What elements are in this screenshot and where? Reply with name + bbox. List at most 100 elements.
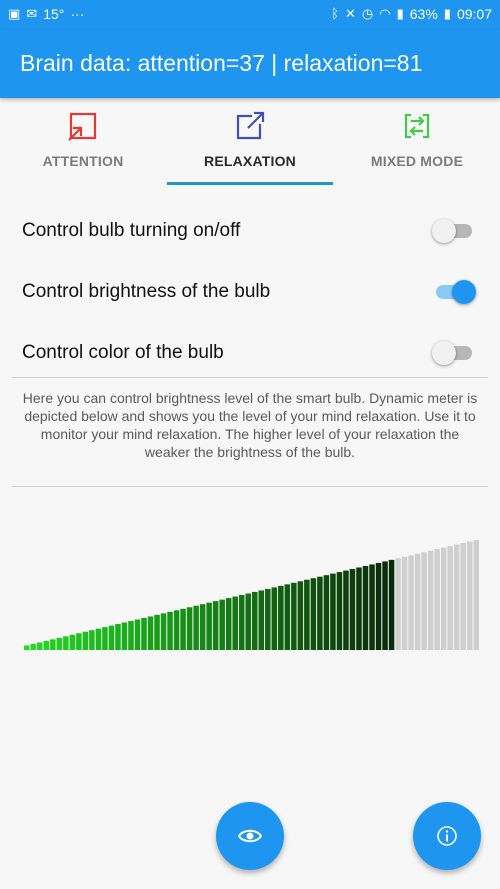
meter-bar-active <box>24 645 30 650</box>
meter-bar-active <box>356 567 362 650</box>
meter-bar-active <box>317 576 323 650</box>
tab-mixed-mode-label: MIXED MODE <box>370 153 464 169</box>
meter-bar-inactive <box>434 549 440 650</box>
meter-bar-active <box>375 562 382 650</box>
meter-bar-active <box>304 579 310 650</box>
status-bar: ▣ ✉ 15° ··· ᛒ ✕ ◷ ◠ ▮ 63% ▮ 09:07 <box>0 0 500 30</box>
meter-bar-active <box>180 608 186 650</box>
meter-bar-active <box>134 619 141 650</box>
meter-bar-inactive <box>473 540 479 650</box>
meter-bar-active <box>369 564 375 650</box>
temperature: 15° <box>43 6 65 22</box>
mode-tabs: ATTENTION RELAXATION MIXED MODE <box>0 98 500 186</box>
meter-bar-inactive <box>453 544 460 650</box>
meter-bar-active <box>63 636 69 650</box>
meter-bar-active <box>310 578 317 650</box>
setting-color: Control color of the bulb <box>0 322 500 382</box>
meter-bar-active <box>388 559 395 650</box>
meter-bar-active <box>89 630 95 650</box>
meter-bar-active <box>37 642 43 650</box>
meter-bar-active <box>258 590 265 650</box>
meter-bar-active <box>291 582 297 650</box>
meter-bar-active <box>278 585 284 650</box>
alarm-icon: ◷ <box>361 6 374 21</box>
meter-bar-active <box>199 604 206 650</box>
exit-box-icon <box>236 111 265 140</box>
more-notifications-indicator: ··· <box>70 6 85 22</box>
meter-bar-inactive <box>427 550 434 650</box>
bluetooth-icon: ᛒ <box>331 6 340 21</box>
setting-bulb-on-off-label: Control bulb turning on/off <box>22 220 241 241</box>
battery-percent: 63% <box>409 6 438 22</box>
meter-bar-active <box>69 634 76 650</box>
meter-bar-active <box>141 617 147 650</box>
setting-color-label: Control color of the bulb <box>22 342 224 363</box>
toggle-thumb <box>432 219 456 243</box>
meter-bar-active <box>349 569 356 650</box>
meter-bar-inactive <box>460 543 466 650</box>
setting-bulb-on-off: Control bulb turning on/off <box>0 200 500 260</box>
meter-bar-active <box>238 595 245 650</box>
meter-bar-active <box>121 622 128 650</box>
swap-box-icon <box>404 113 430 139</box>
color-toggle[interactable] <box>432 341 472 365</box>
meter-bar-active <box>265 588 271 650</box>
meter-bar-active <box>108 625 115 650</box>
bulb-on-off-toggle[interactable] <box>432 219 472 243</box>
meter-bar-inactive <box>395 558 401 650</box>
meter-bar-active <box>193 605 199 650</box>
meter-bar-active <box>173 610 180 650</box>
relaxation-meter <box>24 540 479 650</box>
meter-bar-active <box>160 613 167 650</box>
meter-bar-active <box>76 633 82 650</box>
info-icon <box>437 826 457 846</box>
meter-bar-active <box>147 616 154 650</box>
meter-bar-active <box>128 621 134 650</box>
meter-bar-active <box>50 639 56 650</box>
tab-attention[interactable]: ATTENTION <box>0 98 166 186</box>
meter-bar-active <box>252 591 258 650</box>
setting-brightness-label: Control brightness of the bulb <box>22 281 271 302</box>
eye-button[interactable] <box>216 802 284 870</box>
meter-bar-active <box>245 593 251 650</box>
meter-bar-active <box>382 561 388 650</box>
app-bar: Brain data: attention=37 | relaxation=81 <box>0 30 500 98</box>
meter-bar-active <box>225 598 232 650</box>
clock: 09:07 <box>456 6 492 22</box>
signal-icon: ▮ <box>396 6 404 21</box>
meter-bar-inactive <box>466 541 473 650</box>
eye-icon <box>238 829 262 843</box>
tab-attention-label: ATTENTION <box>42 153 124 169</box>
meter-bar-active <box>323 575 330 650</box>
meter-bar-active <box>336 572 343 650</box>
mute-icon: ✕ <box>345 6 356 21</box>
meter-bar-active <box>102 627 108 650</box>
meter-bar-active <box>219 599 225 650</box>
tab-relaxation-label: RELAXATION <box>204 153 296 169</box>
mail-notification-icon: ✉ <box>26 6 38 21</box>
enter-box-icon <box>68 112 97 141</box>
meter-bar-active <box>154 614 160 650</box>
meter-bar-inactive <box>401 556 408 650</box>
tab-relaxation[interactable]: RELAXATION <box>167 98 333 186</box>
info-button[interactable] <box>413 802 481 870</box>
mode-description: Here you can control brightness level of… <box>22 390 478 460</box>
image-notification-icon: ▣ <box>8 6 21 21</box>
page-title: Brain data: attention=37 | relaxation=81 <box>20 50 423 76</box>
meter-bar-active <box>232 596 238 650</box>
toggle-thumb <box>432 341 456 365</box>
meter-bar-active <box>330 573 336 650</box>
meter-bar-active <box>56 637 63 650</box>
meter-bar-active <box>362 565 369 650</box>
meter-bar-active <box>115 624 121 650</box>
wifi-icon: ◠ <box>379 6 391 21</box>
setting-brightness: Control brightness of the bulb <box>0 261 500 321</box>
brightness-toggle[interactable] <box>434 280 476 304</box>
meter-bar-active <box>284 584 291 650</box>
meter-bar-active <box>43 640 50 650</box>
toggle-thumb <box>452 280 476 304</box>
meter-bar-active <box>206 602 212 650</box>
meter-bar-inactive <box>447 546 453 650</box>
meter-bar-inactive <box>408 555 414 650</box>
tab-mixed-mode[interactable]: MIXED MODE <box>334 98 500 186</box>
